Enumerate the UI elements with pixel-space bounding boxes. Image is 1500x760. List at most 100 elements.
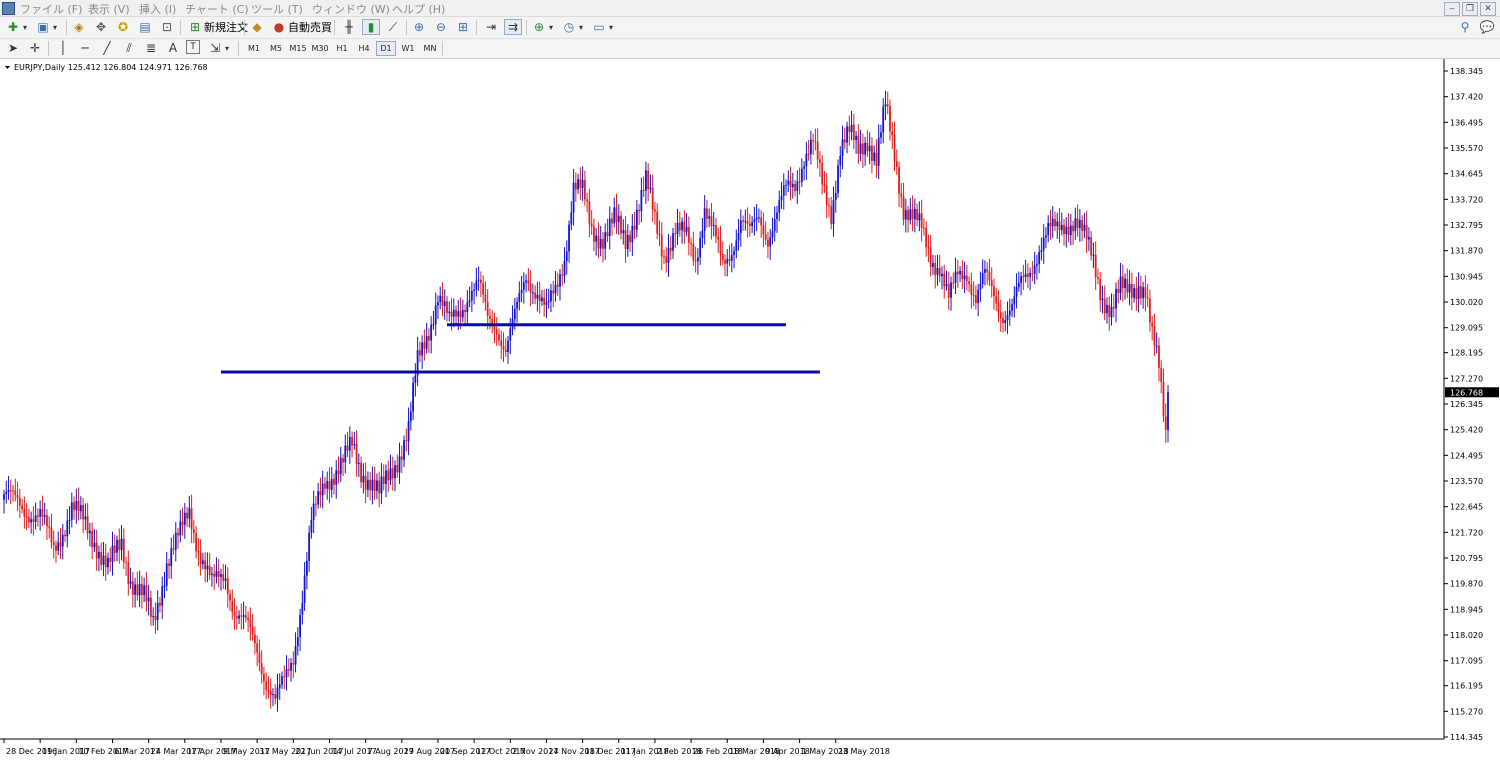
line-chart-icon[interactable]: ⟋ <box>384 19 402 35</box>
price-tick-label: 130.020 <box>1450 298 1483 307</box>
candle-body <box>855 135 857 141</box>
candle-body <box>290 662 292 671</box>
auto-trading-icon[interactable]: ● <box>270 19 288 35</box>
dropdown-icon[interactable]: ▾ <box>50 19 60 35</box>
candle-body <box>631 225 634 243</box>
candle-body <box>337 470 340 475</box>
candle-body <box>360 462 363 483</box>
candle-body <box>215 571 218 577</box>
menu-insert[interactable]: 挿入 (I) <box>139 1 176 17</box>
menu-help[interactable]: ヘルプ (H) <box>392 1 445 17</box>
candle-body <box>188 508 191 519</box>
zoom-out-icon[interactable]: ⊖ <box>432 19 450 35</box>
price-tick-label: 124.495 <box>1450 451 1483 460</box>
candle-body <box>1119 276 1122 293</box>
candle-body <box>428 335 430 341</box>
candle-body <box>791 183 794 187</box>
timeframe-d1[interactable]: D1 <box>376 41 396 56</box>
candle-body <box>606 232 609 237</box>
restore-icon[interactable]: ❐ <box>1462 2 1478 16</box>
menu-view[interactable]: 表示 (V) <box>88 1 130 17</box>
menu-tools[interactable]: ツール (T) <box>251 1 303 17</box>
market-watch-icon[interactable]: ◈ <box>70 19 88 35</box>
trendline-icon[interactable]: ╱ <box>98 40 116 56</box>
chart-shift-icon[interactable]: ⇥ <box>482 19 500 35</box>
auto-trading-button[interactable]: 自動売買 <box>288 19 332 35</box>
new-order-icon[interactable]: ⊞ <box>186 19 204 35</box>
candle-body <box>1139 286 1142 299</box>
candle-body <box>913 208 916 220</box>
candle-body <box>1078 219 1081 228</box>
price-tick-label: 117.095 <box>1450 657 1483 666</box>
price-chart[interactable]: EURJPY,Daily 125.412 126.804 124.971 126… <box>0 59 1500 760</box>
candle-body <box>414 375 417 383</box>
candle-body <box>527 280 530 284</box>
candle-body <box>1112 306 1115 309</box>
candle-body <box>353 443 356 446</box>
dropdown-icon[interactable]: ▾ <box>546 19 556 35</box>
candle-body <box>769 237 772 247</box>
candle-body <box>696 257 699 262</box>
candle-body <box>342 458 344 463</box>
tile-windows-icon[interactable]: ⊞ <box>454 19 472 35</box>
menu-window[interactable]: ウィンドウ (W) <box>312 1 390 17</box>
navigator-icon[interactable]: ✪ <box>114 19 132 35</box>
candle-body <box>513 308 516 320</box>
text-label-tool[interactable]: T <box>186 40 200 54</box>
dropdown-icon[interactable]: ▾ <box>222 40 232 56</box>
timeframe-m15[interactable]: M15 <box>288 41 308 56</box>
candle-body <box>834 193 837 201</box>
candle-body <box>283 676 286 678</box>
candle-body <box>1153 326 1156 346</box>
auto-scroll-icon[interactable]: ⇉ <box>504 19 522 35</box>
fibonacci-icon[interactable]: ≣ <box>142 40 160 56</box>
candle-body <box>439 295 442 302</box>
candle-body <box>378 480 381 494</box>
price-axis: 138.345 137.420 136.495 135.570 134.645 133.7… <box>1444 67 1483 742</box>
candle-body <box>134 584 136 595</box>
candle-body <box>1167 392 1169 430</box>
timeframe-m1[interactable]: M1 <box>244 41 264 56</box>
timeframe-m5[interactable]: M5 <box>266 41 286 56</box>
dropdown-icon[interactable]: ▾ <box>606 19 616 35</box>
candle-body <box>276 687 279 699</box>
candle-body <box>516 301 518 309</box>
vertical-line-icon[interactable]: │ <box>54 40 72 56</box>
candle-body <box>206 565 209 570</box>
data-window-icon[interactable]: ✥ <box>92 19 110 35</box>
menu-chart[interactable]: チャート (C) <box>185 1 249 17</box>
new-order-button[interactable]: 新規注文 <box>204 19 248 35</box>
dropdown-icon[interactable]: ▾ <box>20 19 30 35</box>
candle-body <box>796 181 799 192</box>
dropdown-icon[interactable]: ▾ <box>576 19 586 35</box>
candle-body <box>294 646 297 665</box>
candle-body <box>59 542 62 547</box>
timeframe-m30[interactable]: M30 <box>310 41 330 56</box>
candle-body <box>477 279 480 281</box>
tester-icon[interactable]: ⊡ <box>158 19 176 35</box>
horizontal-line-icon[interactable]: ─ <box>76 40 94 56</box>
timeframe-h4[interactable]: H4 <box>354 41 374 56</box>
timeframe-w1[interactable]: W1 <box>398 41 418 56</box>
candle-body <box>473 289 476 291</box>
zoom-in-icon[interactable]: ⊕ <box>410 19 428 35</box>
candle-body <box>961 270 964 280</box>
metaeditor-icon[interactable]: ◆ <box>248 19 266 35</box>
menu-file[interactable]: ファイル (F) <box>20 1 82 17</box>
cursor-icon[interactable]: ➤ <box>4 40 22 56</box>
minimize-icon[interactable]: ‒ <box>1444 2 1460 16</box>
candle-body <box>893 135 896 162</box>
price-tick-label: 118.020 <box>1450 631 1483 640</box>
candlestick-chart-icon[interactable]: ▮ <box>362 19 380 35</box>
candle-body <box>32 519 35 522</box>
crosshair-icon[interactable]: ✛ <box>26 40 44 56</box>
timeframe-h1[interactable]: H1 <box>332 41 352 56</box>
close-icon[interactable]: ✕ <box>1480 2 1496 16</box>
bar-chart-icon[interactable]: ╫ <box>340 19 358 35</box>
terminal-icon[interactable]: ▤ <box>136 19 154 35</box>
timeframe-mn[interactable]: MN <box>420 41 440 56</box>
search-icon[interactable]: ⚲ <box>1456 19 1474 35</box>
chat-icon[interactable]: 💬 <box>1478 19 1496 35</box>
equidistant-channel-icon[interactable]: ⫽ <box>120 40 138 56</box>
text-tool[interactable]: A <box>164 40 182 56</box>
